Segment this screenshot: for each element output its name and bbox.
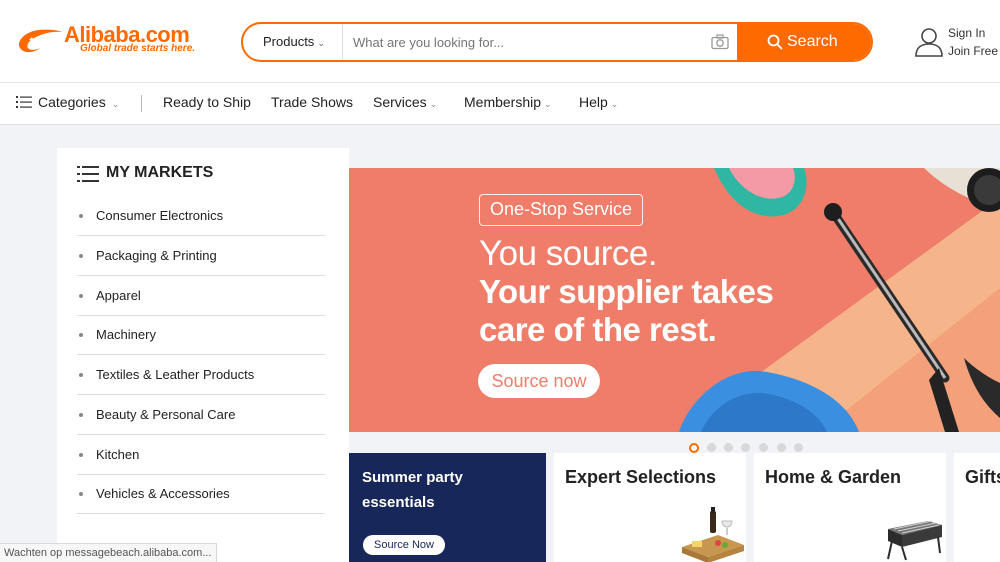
search-button-label: Search	[787, 33, 838, 50]
summer-party-card[interactable]: Summer party essentials Source Now	[349, 453, 546, 562]
chevron-down-icon: ⌄	[610, 99, 619, 109]
home-garden-card[interactable]: Home & Garden	[754, 453, 946, 562]
account-menu[interactable]: Sign In Join Free	[914, 26, 1000, 62]
market-item[interactable]: Apparel	[77, 276, 325, 316]
user-icon	[915, 28, 943, 57]
chevron-down-icon: ⌄	[544, 99, 552, 109]
top-nav: Categories ⌄ Ready to Ship Trade Shows Se…	[0, 82, 1000, 125]
summer-party-title: Summer party essentials	[362, 465, 463, 515]
banner-subheadline: Your supplier takes care of the rest.	[479, 273, 774, 349]
search-input[interactable]	[345, 24, 705, 60]
banner-subheadline-line: Your supplier takes	[479, 273, 774, 310]
my-markets-title: MY MARKETS	[77, 164, 213, 182]
nav-help-label: Help	[579, 94, 608, 110]
market-label: Consumer Electronics	[96, 208, 224, 223]
nav-membership-label: Membership	[464, 94, 542, 110]
carousel-dot[interactable]	[759, 443, 768, 452]
market-label: Apparel	[96, 288, 141, 303]
search-category-label: Products	[263, 34, 315, 49]
search-button[interactable]: Search	[737, 24, 871, 60]
join-free-link[interactable]: Join Free	[948, 44, 998, 58]
sign-in-link[interactable]: Sign In	[948, 26, 985, 40]
nav-divider	[141, 95, 142, 112]
carousel-dot[interactable]	[707, 443, 716, 452]
cheese-board-image	[682, 507, 744, 562]
expert-selections-card[interactable]: Expert Selections	[554, 453, 746, 562]
browser-status-bar: Wachten op messagebeach.alibaba.com...	[0, 543, 217, 562]
carousel-dot[interactable]	[794, 443, 803, 452]
nav-services[interactable]: Services ⌄	[373, 94, 437, 110]
market-label: Textiles & Leather Products	[96, 367, 255, 382]
hero-banner[interactable]: One-Stop Service You source. Your suppli…	[349, 168, 1000, 432]
market-label: Beauty & Personal Care	[96, 407, 236, 422]
market-item[interactable]: Kitchen	[77, 435, 325, 475]
summer-party-title-line: essentials	[362, 494, 435, 511]
carousel-dot[interactable]	[777, 443, 786, 452]
list-icon	[77, 166, 99, 182]
categories-label: Categories	[38, 94, 106, 110]
search-icon	[767, 34, 783, 50]
bullet	[79, 413, 83, 417]
camera-icon[interactable]	[711, 34, 729, 50]
bullet	[79, 254, 83, 258]
source-now-button[interactable]: Source now	[478, 364, 600, 398]
market-label: Vehicles & Accessories	[96, 486, 230, 501]
header: Alibaba.com Global trade starts here. Pr…	[0, 0, 1000, 82]
market-label: Packaging & Printing	[96, 248, 217, 263]
service-chip: One-Stop Service	[479, 194, 644, 226]
source-now-pill[interactable]: Source Now	[363, 535, 445, 555]
nav-ready-to-ship[interactable]: Ready to Ship	[163, 94, 251, 110]
categories-menu[interactable]: Categories ⌄	[16, 94, 119, 110]
logo-tagline: Global trade starts here.	[80, 43, 196, 54]
bullet	[79, 214, 83, 218]
gifts-card[interactable]: Gifts	[954, 453, 1000, 562]
market-item[interactable]: Packaging & Printing	[77, 236, 325, 276]
market-item[interactable]: Consumer Electronics	[77, 196, 325, 236]
search-bar: Products⌄ Search	[241, 22, 873, 62]
carousel-dot[interactable]	[724, 443, 733, 452]
bullet	[79, 373, 83, 377]
nav-help[interactable]: Help ⌄	[579, 94, 618, 110]
banner-subheadline-line: care of the rest.	[479, 311, 717, 348]
alibaba-logo[interactable]: Alibaba.com Global trade starts here.	[14, 22, 214, 58]
nav-services-label: Services	[373, 94, 427, 110]
bbq-grill-image	[887, 520, 942, 561]
list-icon	[16, 96, 32, 108]
market-item[interactable]: Vehicles & Accessories	[77, 474, 325, 514]
market-item[interactable]: Beauty & Personal Care	[77, 395, 325, 435]
market-item[interactable]: Textiles & Leather Products	[77, 355, 325, 395]
bullet	[79, 333, 83, 337]
summer-party-title-line: Summer party	[362, 469, 463, 486]
bullet	[79, 453, 83, 457]
bullet	[79, 294, 83, 298]
my-markets-label: MY MARKETS	[106, 164, 214, 181]
home-garden-title: Home & Garden	[765, 467, 902, 487]
my-markets-panel: MY MARKETS Consumer Electronics Packagin…	[57, 148, 349, 562]
market-item[interactable]: Machinery	[77, 315, 325, 355]
nav-membership[interactable]: Membership ⌄	[464, 94, 552, 110]
carousel-dot[interactable]	[741, 443, 750, 452]
nav-trade-shows[interactable]: Trade Shows	[271, 94, 353, 110]
chevron-down-icon: ⌄	[111, 99, 120, 109]
market-label: Machinery	[96, 327, 156, 342]
chevron-down-icon: ⌄	[317, 38, 325, 48]
carousel-dot[interactable]	[689, 442, 699, 453]
banner-headline: You source.	[479, 234, 658, 273]
chevron-down-icon: ⌄	[429, 99, 438, 109]
alibaba-swoosh-icon	[18, 29, 62, 53]
gifts-title: Gifts	[965, 467, 1000, 487]
expert-selections-title: Expert Selections	[565, 467, 717, 487]
bullet	[79, 492, 83, 496]
search-category-select[interactable]: Products ⌄	[243, 24, 343, 60]
market-label: Kitchen	[96, 447, 140, 462]
